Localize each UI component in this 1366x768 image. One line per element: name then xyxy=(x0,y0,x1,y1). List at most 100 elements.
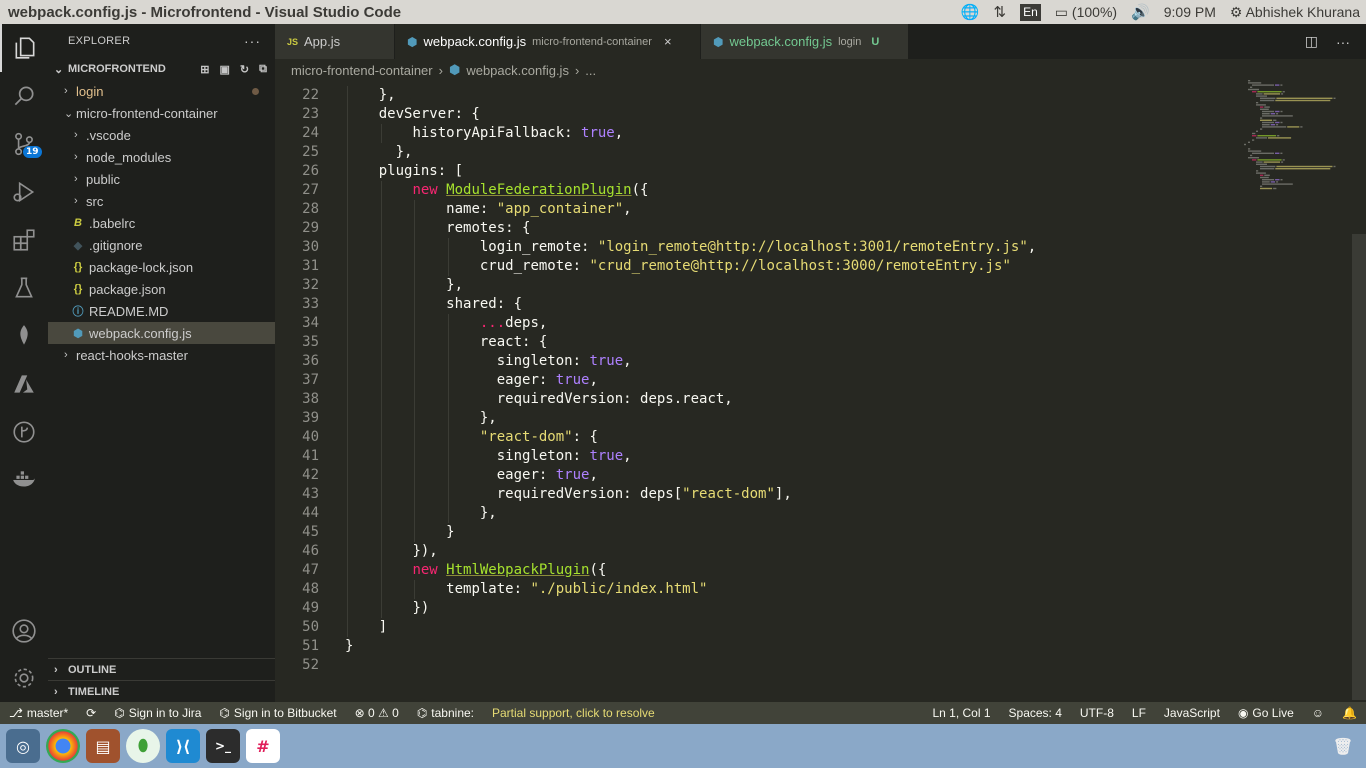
new-folder-icon[interactable]: ▣ xyxy=(220,63,230,76)
azure-activity-button[interactable] xyxy=(0,360,48,408)
problems-status[interactable]: ⊗ 0 ⚠ 0 xyxy=(346,706,408,720)
tree-item-webpack-config[interactable]: ⬢ webpack.config.js xyxy=(48,322,275,344)
tree-item-node-modules[interactable]: › node_modules xyxy=(48,146,275,168)
tab-webpack-config-login[interactable]: ⬢ webpack.config.js login U xyxy=(701,24,909,59)
refresh-icon[interactable]: ↻ xyxy=(240,63,249,76)
tree-item-src[interactable]: › src xyxy=(48,190,275,212)
bell-icon[interactable]: 🔔 xyxy=(1333,706,1366,720)
mongodb-icon[interactable]: ⬮ xyxy=(126,729,160,763)
search-activity-button[interactable] xyxy=(0,72,48,120)
tree-item-micro-frontend-container[interactable]: ⌄ micro-frontend-container xyxy=(48,102,275,124)
network-icon[interactable]: 🌐 xyxy=(961,3,980,21)
tab-app-js[interactable]: JS App.js xyxy=(275,24,395,59)
indent-guide xyxy=(414,238,416,257)
transfer-icon[interactable]: ⇅ xyxy=(994,3,1007,21)
indent-guide xyxy=(448,447,450,466)
bitbucket-sign-in[interactable]: ⌬ Sign in to Bitbucket xyxy=(210,706,345,720)
feedback-icon[interactable]: ☺ xyxy=(1303,706,1333,720)
tab-webpack-config-container[interactable]: ⬢ webpack.config.js micro-frontend-conta… xyxy=(395,24,701,59)
vscode-icon[interactable]: ⟩⟨ xyxy=(166,729,200,763)
terminal-icon[interactable]: >_ xyxy=(206,729,240,763)
battery-indicator[interactable]: ▭ (100%) xyxy=(1055,4,1117,21)
explorer-activity-button[interactable] xyxy=(0,24,48,72)
babel-icon: B xyxy=(74,217,82,229)
jira-sign-in[interactable]: ⌬ Sign in to Jira xyxy=(105,706,210,720)
keyboard-language[interactable]: En xyxy=(1020,3,1041,21)
language-mode[interactable]: JavaScript xyxy=(1155,706,1229,720)
indent-guide xyxy=(448,238,450,257)
extensions-activity-button[interactable] xyxy=(0,216,48,264)
line-number: 26 xyxy=(302,163,319,179)
indentation[interactable]: Spaces: 4 xyxy=(1000,706,1071,720)
volume-icon[interactable]: 🔊 xyxy=(1131,3,1150,21)
outline-section[interactable]: › OUTLINE xyxy=(48,658,275,680)
breadcrumb-folder[interactable]: micro-frontend-container xyxy=(291,63,433,78)
indent-guide xyxy=(347,105,348,124)
trash-icon[interactable]: 🗑 xyxy=(1326,729,1360,763)
code-editor[interactable]: 22}, 23 devServer: {24 historyApiFallback: … xyxy=(275,86,1240,676)
workspace-section-header[interactable]: ⌄ MICROFRONTEND ⊞ ▣ ↻ ⧉ xyxy=(48,58,275,80)
collapse-all-icon[interactable]: ⧉ xyxy=(259,63,267,76)
minimap-line xyxy=(1260,99,1275,102)
manage-activity-button[interactable] xyxy=(0,654,48,702)
encoding[interactable]: UTF-8 xyxy=(1071,706,1123,720)
code-line: eager: true, xyxy=(497,371,598,390)
tree-item-package-json[interactable]: {} package.json xyxy=(48,278,275,300)
breadcrumb-symbol[interactable]: ... xyxy=(585,63,596,78)
breadcrumb: micro-frontend-container › ⬢ webpack.con… xyxy=(275,59,1366,81)
git-graph-activity-button[interactable] xyxy=(0,408,48,456)
sync-status[interactable]: ⟳ xyxy=(77,706,105,720)
run-debug-activity-button[interactable] xyxy=(0,168,48,216)
tree-item-readme[interactable]: ⓘ README.MD xyxy=(48,300,275,322)
end-of-line[interactable]: LF xyxy=(1123,706,1155,720)
testing-activity-button[interactable] xyxy=(0,264,48,312)
minimap-line xyxy=(1262,115,1293,117)
clock[interactable]: 9:09 PM xyxy=(1164,4,1216,20)
source-control-activity-button[interactable]: 19 xyxy=(0,120,48,168)
code-token: ({ xyxy=(589,562,607,578)
code-token: ], xyxy=(774,486,792,502)
code-token: crud_remote: xyxy=(479,258,590,274)
tree-item-react-hooks-master[interactable]: › react-hooks-master xyxy=(48,344,275,366)
close-icon[interactable]: × xyxy=(664,34,672,49)
line-number: 37 xyxy=(302,372,319,388)
indent-guide xyxy=(347,390,348,409)
line-number: 33 xyxy=(302,296,319,312)
slack-icon[interactable]: # xyxy=(246,729,280,763)
user-menu[interactable]: ⚙ Abhishek Khurana xyxy=(1230,4,1360,21)
chrome-icon[interactable] xyxy=(46,729,80,763)
git-branch-status[interactable]: ⎇ master* xyxy=(0,706,77,720)
tree-item-babelrc[interactable]: B .babelrc xyxy=(48,212,275,234)
tree-item-vscode[interactable]: › .vscode xyxy=(48,124,275,146)
docker-activity-button[interactable] xyxy=(0,456,48,504)
new-file-icon[interactable]: ⊞ xyxy=(200,63,209,76)
editor-scrollbar[interactable] xyxy=(1352,234,1366,700)
tabnine-status[interactable]: ⌬ tabnine: xyxy=(408,706,483,720)
indent-guide xyxy=(347,238,348,257)
cursor-position[interactable]: Ln 1, Col 1 xyxy=(923,706,999,720)
tree-item-login[interactable]: › login xyxy=(48,80,275,102)
mongodb-activity-button[interactable] xyxy=(0,312,48,360)
minimap[interactable] xyxy=(1240,76,1352,676)
timeline-section[interactable]: › TIMELINE xyxy=(48,680,275,702)
webpack-icon: ⬢ xyxy=(407,34,418,49)
line-number: 32 xyxy=(302,277,319,293)
minimap-line xyxy=(1263,93,1281,95)
accounts-activity-button[interactable] xyxy=(0,607,48,655)
indent-guide xyxy=(414,295,416,314)
split-editor-icon[interactable]: ◫ xyxy=(1305,33,1318,50)
line-number: 34 xyxy=(302,315,319,331)
files-icon[interactable]: ▤ xyxy=(86,729,120,763)
more-actions-icon[interactable]: ··· xyxy=(1336,34,1350,50)
code-token: }, xyxy=(395,144,413,160)
breadcrumb-file[interactable]: webpack.config.js xyxy=(466,63,569,78)
tabnine-partial-support[interactable]: Partial support, click to resolve xyxy=(483,706,664,720)
tree-item-gitignore[interactable]: ◆ .gitignore xyxy=(48,234,275,256)
go-live-button[interactable]: ◉ Go Live xyxy=(1229,706,1303,720)
more-actions-icon[interactable]: ··· xyxy=(244,33,275,49)
ubuntu-icon[interactable]: ◎ xyxy=(6,729,40,763)
code-token: , xyxy=(623,448,632,464)
minimap-line xyxy=(1260,119,1273,121)
tree-item-package-lock-json[interactable]: {} package-lock.json xyxy=(48,256,275,278)
tree-item-public[interactable]: › public xyxy=(48,168,275,190)
